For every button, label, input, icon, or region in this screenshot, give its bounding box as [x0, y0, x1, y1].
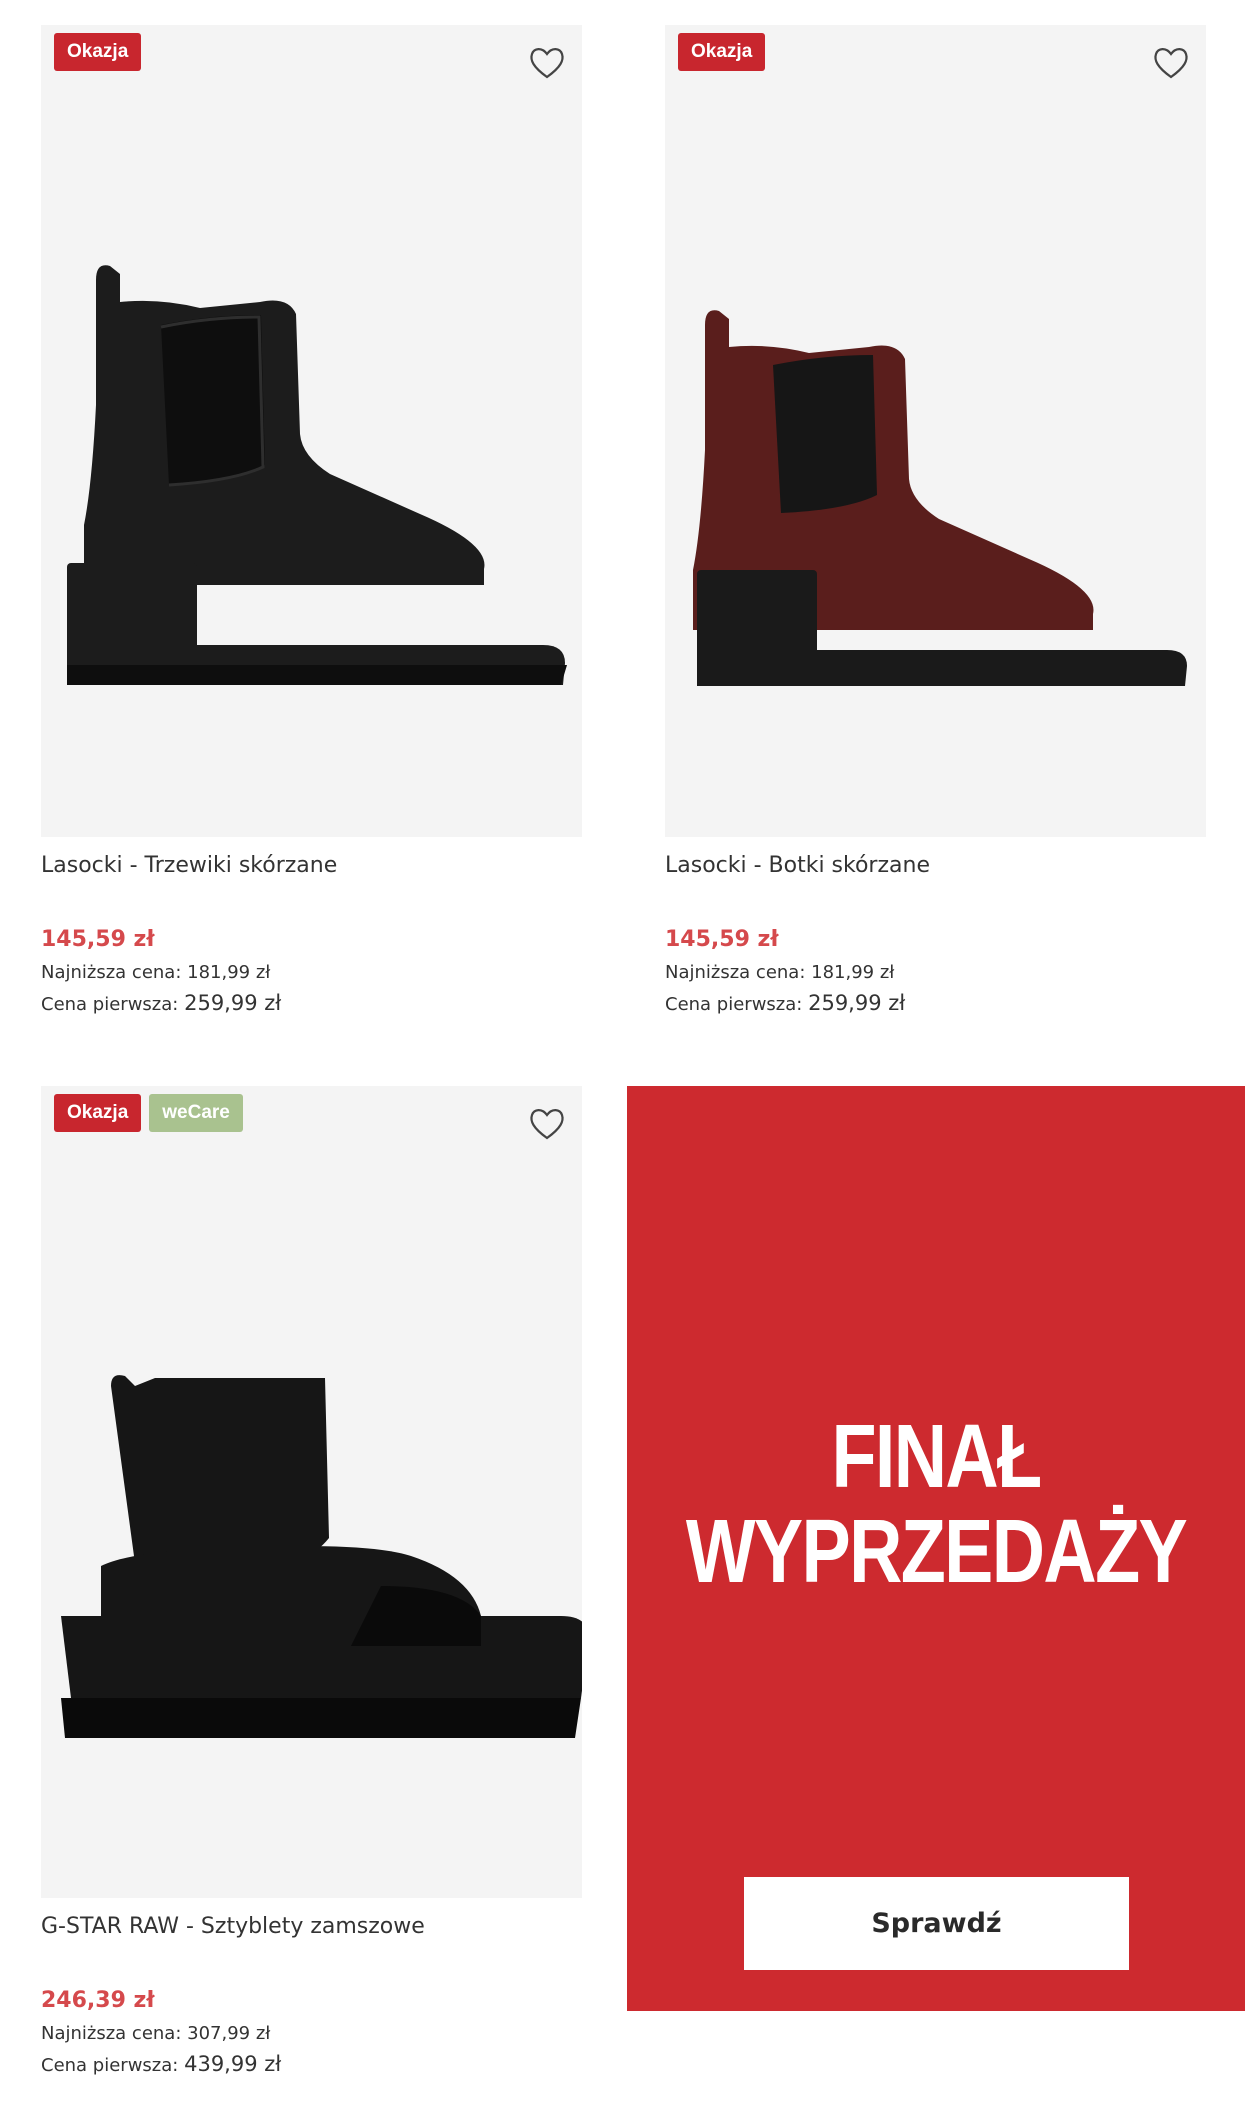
product-title[interactable]: Lasocki - Botki skórzane [665, 853, 1206, 883]
first-price-value: 439,99 zł [184, 2052, 282, 2076]
price-history: Najniższa cena: 181,99 zł Cena pierwsza:… [41, 958, 582, 1020]
sale-badge: Okazja [678, 33, 766, 71]
first-price-label: Cena pierwsza: [41, 2055, 179, 2076]
badge-group: Okazja [54, 33, 142, 71]
product-card[interactable]: Okazja weCare G-STAR RAW - Sztyblety zam… [41, 1086, 582, 2081]
first-price-row: Cena pierwsza: 259,99 zł [665, 988, 1206, 1020]
lowest-price-value: 181,99 zł [811, 962, 895, 983]
first-price-row: Cena pierwsza: 259,99 zł [41, 988, 582, 1020]
product-price: 246,39 zł [41, 1988, 155, 2013]
first-price-row: Cena pierwsza: 439,99 zł [41, 2049, 582, 2081]
heart-outline-icon[interactable] [527, 1104, 567, 1144]
first-price-value: 259,99 zł [184, 991, 282, 1015]
product-card[interactable]: Okazja Lasocki - Botki skórzane 145,59 z… [665, 25, 1206, 1020]
sale-promo-banner[interactable]: FINAŁ WYPRZEDAŻY Sprawdź [627, 1086, 1245, 2011]
product-price: 145,59 zł [41, 927, 155, 952]
check-button[interactable]: Sprawdź [744, 1877, 1129, 1970]
badge-group: Okazja weCare [54, 1094, 243, 1132]
lowest-price-value: 181,99 zł [187, 962, 271, 983]
product-listing: Okazja Lasocki - Trzewiki skórzane 145,5… [0, 0, 1250, 2123]
lowest-price-row: Najniższa cena: 181,99 zł [41, 958, 582, 988]
price-history: Najniższa cena: 181,99 zł Cena pierwsza:… [665, 958, 1206, 1020]
price-history: Najniższa cena: 307,99 zł Cena pierwsza:… [41, 2019, 582, 2081]
first-price-label: Cena pierwsza: [41, 994, 179, 1015]
product-image-container[interactable]: Okazja [665, 25, 1206, 837]
promo-headline-line2: WYPRZEDAŻY [685, 1502, 1188, 1602]
product-image[interactable] [665, 25, 1206, 837]
product-image[interactable] [41, 25, 582, 837]
heart-outline-icon[interactable] [527, 43, 567, 83]
sale-badge: Okazja [54, 1094, 142, 1132]
sale-badge: Okazja [54, 33, 142, 71]
lowest-price-row: Najniższa cena: 307,99 zł [41, 2019, 582, 2049]
heart-outline-icon[interactable] [1151, 43, 1191, 83]
product-image[interactable] [41, 1086, 582, 1898]
lowest-price-label: Najniższa cena: [665, 962, 806, 983]
first-price-label: Cena pierwsza: [665, 994, 803, 1015]
product-title[interactable]: Lasocki - Trzewiki skórzane [41, 853, 582, 883]
product-price: 145,59 zł [665, 927, 779, 952]
first-price-value: 259,99 zł [808, 991, 906, 1015]
lowest-price-label: Najniższa cena: [41, 962, 182, 983]
product-card[interactable]: Okazja Lasocki - Trzewiki skórzane 145,5… [41, 25, 582, 1020]
product-image-container[interactable]: Okazja [41, 25, 582, 837]
lowest-price-value: 307,99 zł [187, 2023, 271, 2044]
product-image-container[interactable]: Okazja weCare [41, 1086, 582, 1898]
lowest-price-label: Najniższa cena: [41, 2023, 182, 2044]
badge-group: Okazja [678, 33, 766, 71]
lowest-price-row: Najniższa cena: 181,99 zł [665, 958, 1206, 988]
promo-headline-line1: FINAŁ [831, 1407, 1042, 1507]
product-title[interactable]: G-STAR RAW - Sztyblety zamszowe [41, 1914, 582, 1944]
wecare-badge: weCare [149, 1094, 243, 1132]
